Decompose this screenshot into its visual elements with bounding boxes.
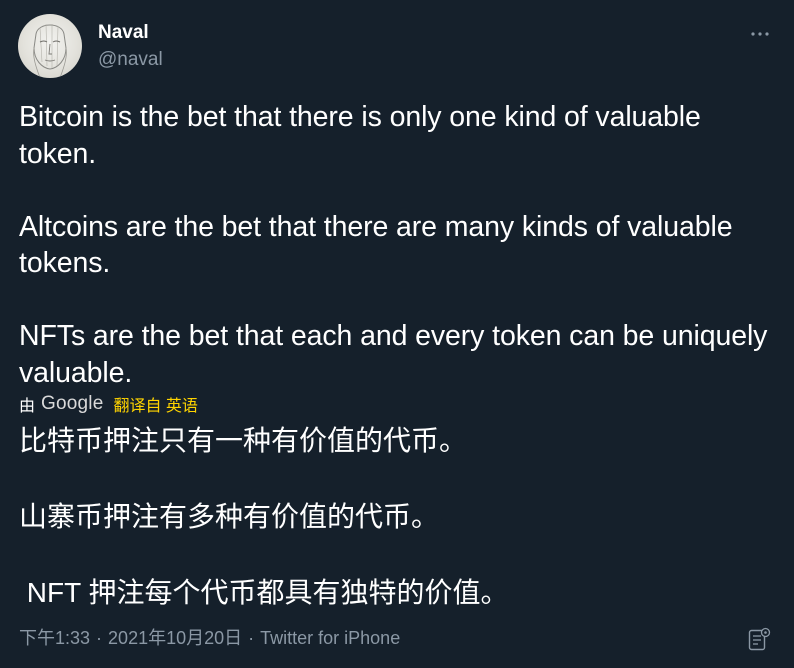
meta-separator: · bbox=[96, 628, 103, 648]
translated-text: 比特币押注只有一种有价值的代币。 山寨币押注有多种有价值的代币。 NFT 押注每… bbox=[19, 422, 779, 612]
tweet-time[interactable]: 下午1:33 bbox=[19, 626, 90, 650]
tweet-paragraph: Bitcoin is the bet that there is only on… bbox=[19, 101, 701, 170]
translated-paragraph: 山寨币押注有多种有价值的代币。 bbox=[19, 501, 440, 532]
tweet-text: Bitcoin is the bet that there is only on… bbox=[19, 99, 779, 391]
translated-from-link[interactable]: 翻译自 英语 bbox=[113, 392, 197, 416]
tweet-date[interactable]: 2021年10月20日 bbox=[108, 626, 242, 650]
translated-paragraph: 比特币押注只有一种有价值的代币。 bbox=[19, 425, 468, 456]
tweet-meta: 下午1:33 · 2021年10月20日 · Twitter for iPhon… bbox=[19, 626, 400, 650]
note-settings-icon[interactable] bbox=[747, 627, 771, 653]
tweet-paragraph: NFTs are the bet that each and every tok… bbox=[19, 320, 768, 389]
sketch-portrait-avatar-icon bbox=[33, 23, 67, 78]
tweet-source-link[interactable]: Twitter for iPhone bbox=[260, 626, 400, 650]
google-logo: Google bbox=[41, 393, 104, 414]
translated-paragraph: NFT 押注每个代币都具有独特的价值。 bbox=[19, 577, 509, 608]
author-handle[interactable]: @naval bbox=[98, 49, 163, 71]
author-name[interactable]: Naval bbox=[98, 22, 149, 44]
tweet-paragraph: Altcoins are the bet that there are many… bbox=[19, 210, 733, 280]
avatar[interactable] bbox=[18, 14, 82, 78]
meta-separator: · bbox=[248, 628, 255, 648]
more-horizontal-icon[interactable] bbox=[748, 22, 772, 46]
translated-by-label: 由 bbox=[19, 398, 36, 415]
tweet: Naval @naval Bitcoin is the bet that the… bbox=[0, 0, 794, 668]
translation-attribution: 由 Google 翻译自 英语 bbox=[19, 392, 198, 416]
